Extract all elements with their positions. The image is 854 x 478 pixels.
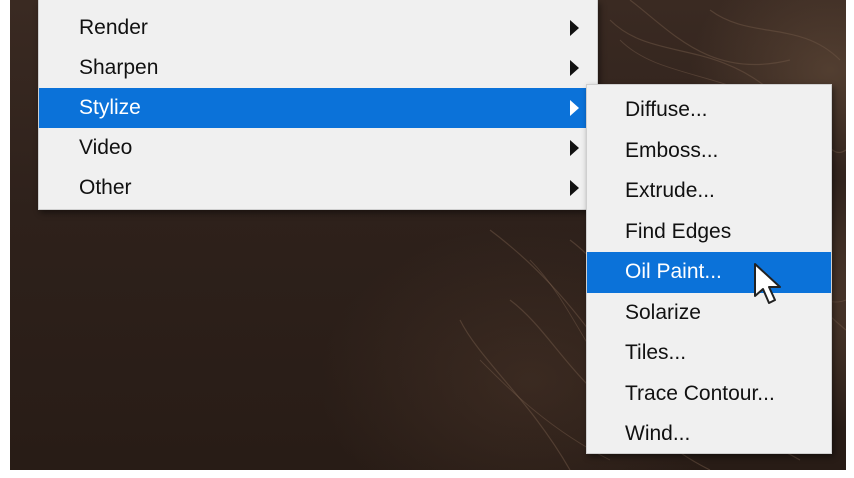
chevron-right-icon	[570, 180, 579, 196]
menu-item-other[interactable]: Other	[39, 168, 597, 208]
submenu-item-label: Trace Contour...	[625, 381, 775, 405]
chevron-right-icon	[570, 60, 579, 76]
submenu-item-label: Diffuse...	[625, 98, 708, 121]
menu-item-sharpen[interactable]: Sharpen	[39, 48, 597, 88]
submenu-item-tiles[interactable]: Tiles...	[587, 333, 831, 374]
submenu-item-label: Oil Paint...	[625, 260, 722, 283]
submenu-item-wind[interactable]: Wind...	[587, 414, 831, 455]
submenu-item-label: Find Edges	[625, 219, 732, 243]
menu-item-label: Stylize	[79, 96, 141, 119]
submenu-item-emboss[interactable]: Emboss...	[587, 131, 831, 172]
submenu-item-trace-contour[interactable]: Trace Contour...	[587, 374, 831, 415]
menu-item-video[interactable]: Video	[39, 128, 597, 168]
submenu-item-find-edges[interactable]: Find Edges	[587, 212, 831, 253]
submenu-item-label: Tiles...	[625, 341, 687, 364]
submenu-item-label: Solarize	[625, 300, 701, 324]
menu-item-label: Video	[79, 136, 133, 159]
menu-item-render[interactable]: Render	[39, 8, 597, 48]
menu-item-label: Sharpen	[79, 56, 159, 79]
submenu-item-diffuse[interactable]: Diffuse...	[587, 90, 831, 131]
submenu-item-label: Emboss...	[625, 138, 719, 162]
submenu-item-oil-paint[interactable]: Oil Paint...	[587, 252, 831, 293]
stylize-submenu: Diffuse... Emboss... Extrude... Find Edg…	[586, 84, 832, 454]
filter-menu: Render Sharpen Stylize Video Other	[38, 0, 598, 210]
submenu-item-label: Extrude...	[625, 179, 715, 202]
chevron-right-icon	[570, 100, 579, 116]
menu-item-label: Render	[79, 16, 148, 39]
chevron-right-icon	[570, 140, 579, 156]
mouse-pointer-icon	[754, 263, 781, 304]
chevron-right-icon	[570, 20, 579, 36]
menu-item-stylize[interactable]: Stylize	[39, 88, 597, 128]
submenu-item-extrude[interactable]: Extrude...	[587, 171, 831, 212]
submenu-item-label: Wind...	[625, 422, 691, 445]
submenu-item-solarize[interactable]: Solarize	[587, 293, 831, 334]
menu-item-label: Other	[79, 176, 132, 199]
